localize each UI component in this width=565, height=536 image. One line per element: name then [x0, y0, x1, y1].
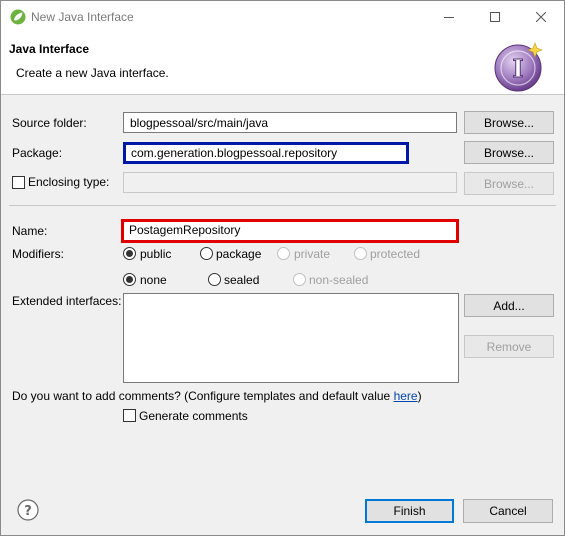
sealing-none-radio[interactable]: [123, 273, 136, 286]
modifier-package-radio[interactable]: [200, 247, 213, 260]
modifier-protected-label: protected: [370, 247, 421, 261]
package-browse-button[interactable]: Browse...: [464, 141, 554, 164]
extended-interfaces-label: Extended interfaces:: [12, 294, 122, 308]
comments-question-suffix: ): [417, 389, 422, 403]
sealing-non-sealed-radio[interactable]: [293, 273, 306, 286]
modifier-package-label: package: [216, 247, 262, 261]
sealing-sealed-radio[interactable]: [208, 273, 221, 286]
sealing-non-sealed-label: non-sealed: [309, 273, 369, 287]
window-title: New Java Interface: [31, 10, 134, 24]
extended-interfaces-list[interactable]: [123, 293, 459, 383]
modifier-private-radio[interactable]: [277, 247, 290, 260]
maximize-button[interactable]: [472, 1, 518, 32]
minimize-icon: [444, 16, 454, 18]
banner-title: Java Interface: [9, 42, 90, 56]
separator: [9, 205, 556, 206]
modifier-private-label: private: [294, 247, 331, 261]
sealing-sealed-label: sealed: [224, 273, 260, 287]
maximize-icon: [490, 11, 500, 22]
interface-wizard-icon: I: [494, 42, 543, 92]
name-label: Name:: [12, 224, 48, 238]
remove-interface-button[interactable]: Remove: [464, 335, 554, 358]
help-icon[interactable]: ?: [17, 499, 39, 521]
banner-description: Create a new Java interface.: [16, 66, 169, 80]
modifier-public-label: public: [140, 247, 172, 261]
title-bar: New Java Interface: [1, 1, 564, 32]
configure-templates-link[interactable]: here: [394, 389, 418, 403]
sealing-none-label: none: [140, 273, 167, 287]
package-label: Package:: [12, 146, 63, 160]
enclosing-type-browse-button[interactable]: Browse...: [464, 172, 554, 195]
package-input[interactable]: com.generation.blogpessoal.repository: [123, 142, 409, 164]
source-folder-label: Source folder:: [12, 116, 87, 130]
enclosing-type-label: Enclosing type:: [28, 175, 110, 189]
modifier-protected-radio[interactable]: [354, 247, 367, 260]
comments-question: Do you want to add comments? (Configure …: [12, 389, 422, 403]
name-input[interactable]: PostagemRepository: [121, 219, 459, 243]
comments-question-text: Do you want to add comments? (Configure …: [12, 389, 394, 403]
source-folder-input[interactable]: blogpessoal/src/main/java: [123, 112, 457, 133]
close-icon: [536, 11, 546, 22]
generate-comments-checkbox[interactable]: [123, 409, 136, 422]
generate-comments-label: Generate comments: [139, 409, 248, 423]
finish-button[interactable]: Finish: [365, 499, 454, 523]
cancel-button[interactable]: Cancel: [463, 499, 553, 523]
wizard-banner: Java Interface Create a new Java interfa…: [1, 32, 564, 95]
svg-text:I: I: [512, 54, 523, 83]
source-folder-browse-button[interactable]: Browse...: [464, 111, 554, 134]
enclosing-type-checkbox[interactable]: [12, 176, 25, 189]
modifiers-label: Modifiers:: [12, 247, 65, 261]
enclosing-type-input[interactable]: [123, 172, 457, 193]
spring-leaf-icon: [10, 9, 26, 25]
close-button[interactable]: [518, 1, 564, 32]
new-java-interface-dialog: New Java Interface Java Interface Create…: [0, 0, 565, 536]
minimize-button[interactable]: [426, 1, 472, 32]
svg-text:?: ?: [24, 504, 32, 519]
modifier-public-radio[interactable]: [123, 247, 136, 260]
add-interface-button[interactable]: Add...: [464, 294, 554, 317]
